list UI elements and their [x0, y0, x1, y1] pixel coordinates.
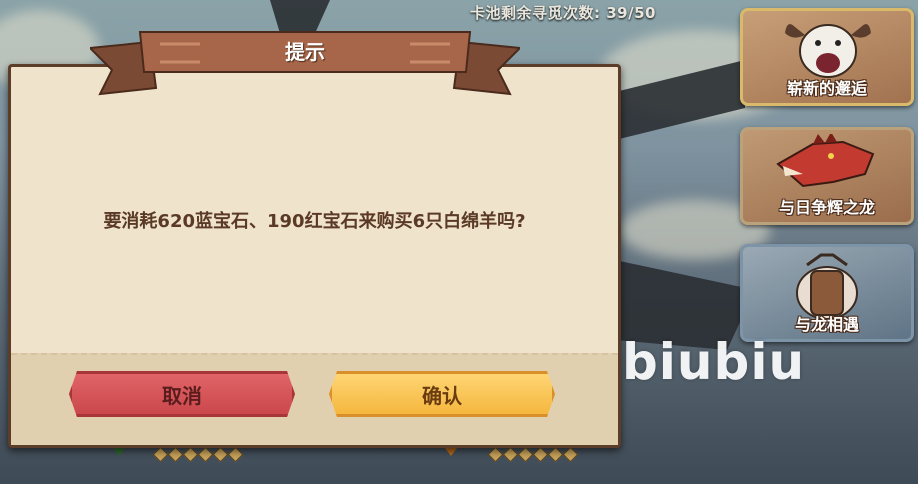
- draw-counter: 卡池剩余寻觅次数: 39/50: [470, 4, 656, 22]
- event-card-dragon-sun[interactable]: 与日争辉之龙: [740, 127, 914, 225]
- watermark: biubiu: [622, 333, 806, 391]
- confirm-button[interactable]: 确认: [329, 371, 555, 417]
- confirm-dialog: 要消耗620蓝宝石、190红宝石来购买6只白绵羊吗? 取消 确认: [8, 64, 621, 448]
- dialog-title-banner: 提示: [87, 28, 523, 96]
- event-card-label: 崭新的邂逅: [786, 79, 867, 98]
- cancel-button[interactable]: 取消: [69, 371, 295, 417]
- event-card-new-encounter[interactable]: 崭新的邂逅: [740, 8, 914, 106]
- event-card-label: 与龙相遇: [794, 315, 859, 334]
- event-card-label: 与日争辉之龙: [778, 198, 875, 217]
- event-card-meet-dragon[interactable]: 与龙相遇: [740, 244, 914, 342]
- dialog-message: 要消耗620蓝宝石、190红宝石来购买6只白绵羊吗?: [103, 211, 526, 232]
- dialog-title: 提示: [285, 40, 325, 64]
